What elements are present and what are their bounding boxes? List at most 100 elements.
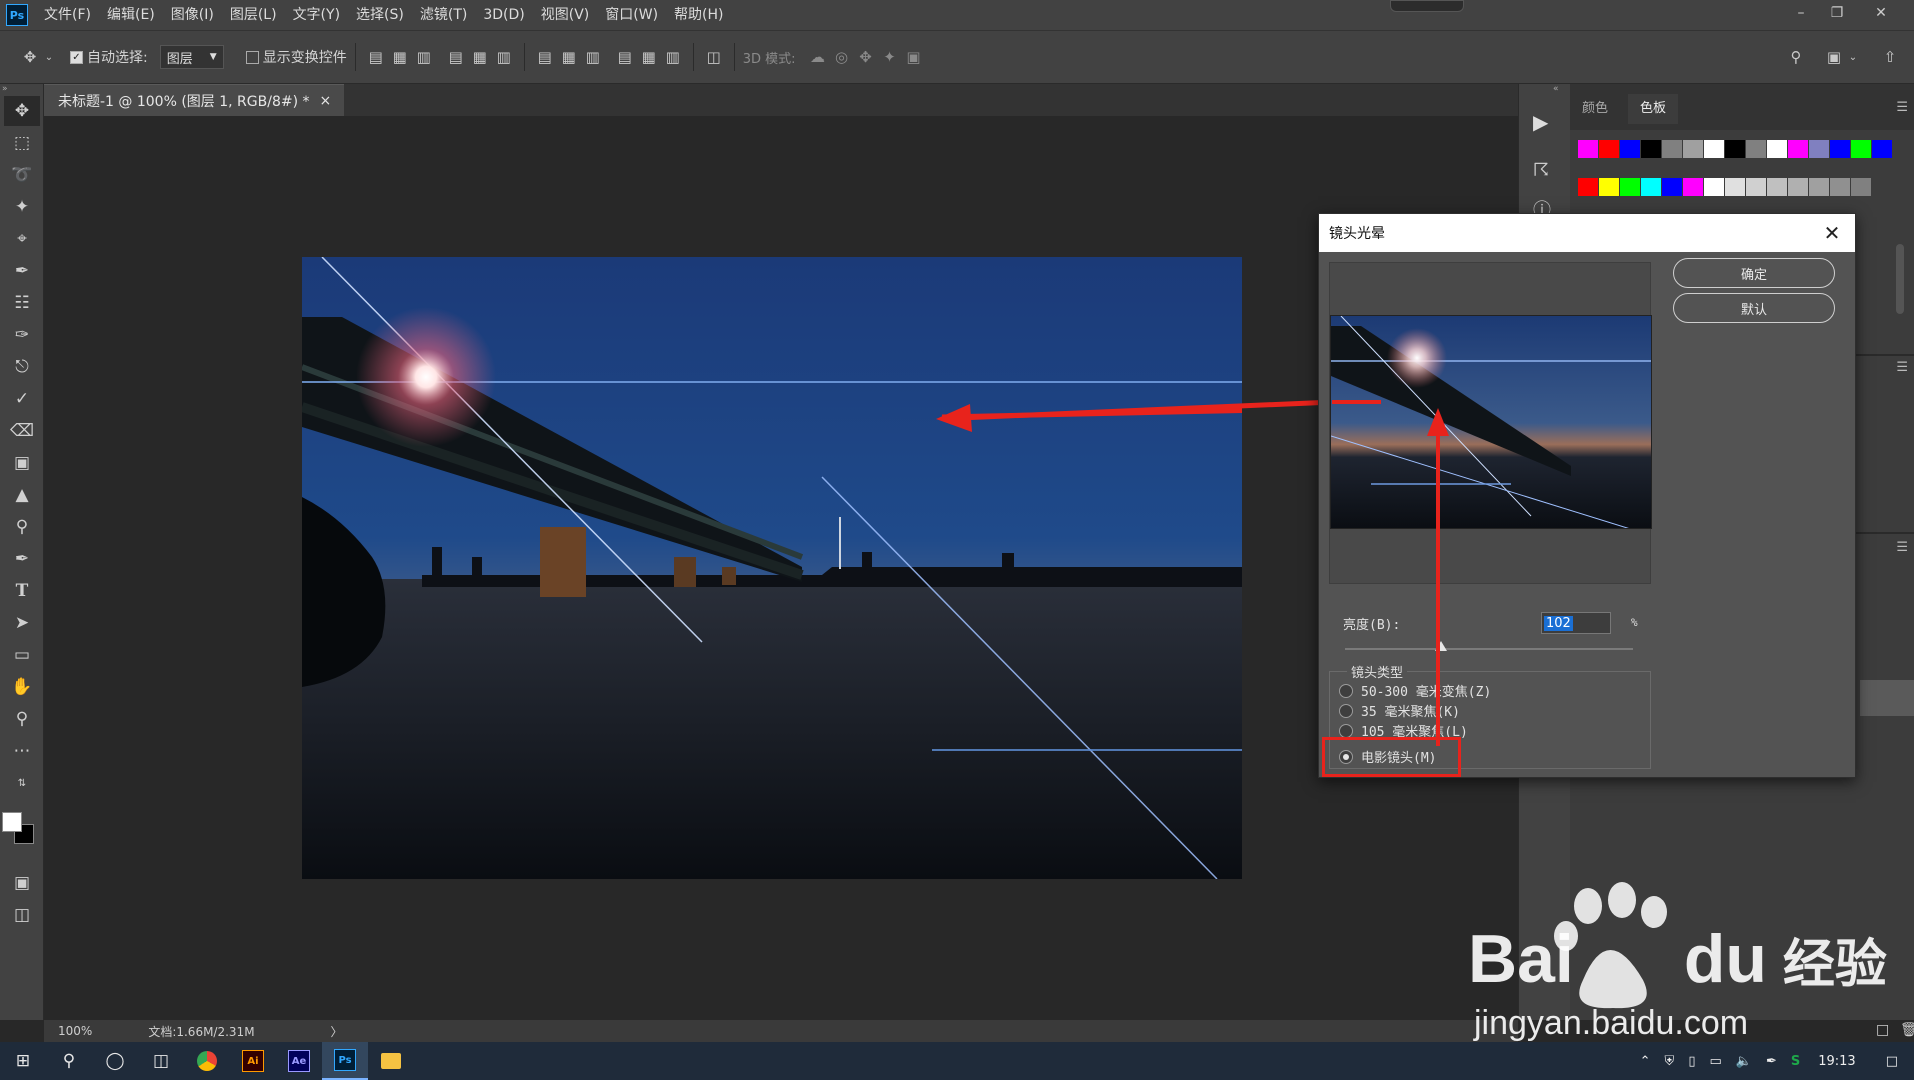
scale-3d-icon[interactable]: ▣ <box>902 45 926 69</box>
illustrator-app-icon[interactable]: Ai <box>230 1042 276 1080</box>
more-tools-icon[interactable]: ⋯ <box>4 736 40 766</box>
menu-filter[interactable]: 滤镜(T) <box>412 0 475 30</box>
auto-select-checkbox[interactable]: ✓ <box>70 50 83 64</box>
color-swatch[interactable] <box>1641 178 1661 196</box>
panel-menu-icon[interactable]: ☰ <box>1896 100 1908 115</box>
play-actions-icon[interactable]: ▶ <box>1533 110 1548 134</box>
collapse-icon[interactable]: « <box>1553 84 1559 94</box>
menu-view[interactable]: 视图(V) <box>533 0 598 30</box>
align-vcenter-icon[interactable]: ▦ <box>388 45 412 69</box>
cortana-icon[interactable]: ◯ <box>92 1042 138 1080</box>
after-effects-app-icon[interactable]: Ae <box>276 1042 322 1080</box>
layer-row[interactable] <box>1860 680 1914 716</box>
color-swatch[interactable] <box>1599 178 1619 196</box>
type-tool-icon[interactable]: T <box>4 576 40 606</box>
panel-menu-icon[interactable]: ☰ <box>1896 360 1908 375</box>
security-icon[interactable]: ⛨ <box>1665 1054 1675 1069</box>
roll-3d-icon[interactable]: ◎ <box>830 45 854 69</box>
slide-3d-icon[interactable]: ✦ <box>878 45 902 69</box>
distribute-bottom-icon[interactable]: ▥ <box>581 45 605 69</box>
collapse-icon[interactable]: » <box>2 84 8 94</box>
eyedropper-tool-icon[interactable]: ✒ <box>4 256 40 286</box>
color-swatch[interactable] <box>1746 178 1766 196</box>
color-swatch[interactable] <box>1620 178 1640 196</box>
brush-tool-icon[interactable]: ✑ <box>4 320 40 350</box>
radio-button[interactable] <box>1339 723 1353 738</box>
color-swatch[interactable] <box>1599 140 1619 158</box>
move-tool-icon[interactable]: ✥ <box>18 45 42 69</box>
color-swatch[interactable] <box>1788 178 1808 196</box>
move-tool-icon[interactable]: ✥ <box>4 96 40 126</box>
distribute-left-icon[interactable]: ▤ <box>613 45 637 69</box>
menu-window[interactable]: 窗口(W) <box>597 0 666 30</box>
share-icon[interactable]: ⇧ <box>1878 45 1902 69</box>
show-transform-checkbox[interactable] <box>245 50 259 64</box>
auto-align-icon[interactable]: ◫ <box>702 45 726 69</box>
search-icon[interactable]: ⚲ <box>46 1042 92 1080</box>
magic-wand-tool-icon[interactable]: ✦ <box>4 192 40 222</box>
color-swatch[interactable] <box>1851 178 1871 196</box>
crop-tool-icon[interactable]: ⌖ <box>4 224 40 254</box>
search-icon[interactable]: ⚲ <box>1784 45 1808 69</box>
quick-mask-icon[interactable]: ▣ <box>4 868 40 898</box>
lens-option-zoom[interactable]: 50-300 毫米变焦(Z) <box>1339 681 1491 700</box>
tab-swatches[interactable]: 色板 <box>1628 94 1679 124</box>
workspace-icon[interactable]: ▣ <box>1822 45 1846 69</box>
color-swatch[interactable] <box>1851 140 1871 158</box>
file-explorer-icon[interactable] <box>368 1042 414 1080</box>
menu-layer[interactable]: 图层(L) <box>222 0 285 30</box>
color-swatch[interactable] <box>1662 140 1682 158</box>
color-swatch[interactable] <box>1788 140 1808 158</box>
new-layer-icon[interactable]: □ <box>1876 1022 1889 1038</box>
color-swatch[interactable] <box>1704 178 1724 196</box>
document-tab[interactable]: 未标题-1 @ 100% (图层 1, RGB/8#) * × <box>44 84 344 116</box>
battery-icon[interactable]: ▯ <box>1688 1054 1695 1069</box>
zoom-tool-icon[interactable]: ⚲ <box>4 704 40 734</box>
menu-3d[interactable]: 3D(D) <box>475 0 532 30</box>
align-top-icon[interactable]: ▤ <box>364 45 388 69</box>
align-left-icon[interactable]: ▤ <box>444 45 468 69</box>
pan-3d-icon[interactable]: ✥ <box>854 45 878 69</box>
distribute-vcenter-icon[interactable]: ▦ <box>557 45 581 69</box>
zoom-level[interactable]: 100% <box>58 1024 92 1038</box>
windows-start-icon[interactable]: ⊞ <box>0 1042 46 1080</box>
eraser-tool-icon[interactable]: ⌫ <box>4 416 40 446</box>
radio-button[interactable] <box>1339 683 1353 698</box>
color-swatch[interactable] <box>1725 140 1745 158</box>
color-swatch[interactable] <box>1683 140 1703 158</box>
chevron-down-icon[interactable]: ⌄ <box>42 45 56 69</box>
chrome-icon[interactable] <box>184 1042 230 1080</box>
radio-button[interactable] <box>1339 703 1353 718</box>
align-hcenter-icon[interactable]: ▦ <box>468 45 492 69</box>
color-swatch[interactable] <box>1683 178 1703 196</box>
align-right-icon[interactable]: ▥ <box>492 45 516 69</box>
layer-select[interactable]: 图层 ▼ <box>159 45 224 69</box>
network-icon[interactable]: ▭ <box>1709 1054 1721 1069</box>
color-swatch[interactable] <box>1578 178 1598 196</box>
marquee-tool-icon[interactable]: ⬚ <box>4 128 40 158</box>
color-swatch[interactable] <box>1641 140 1661 158</box>
healing-brush-tool-icon[interactable]: ☷ <box>4 288 40 318</box>
panel-menu-icon[interactable]: ☰ <box>1896 540 1908 555</box>
lasso-tool-icon[interactable]: ➰ <box>4 160 40 190</box>
canvas-image[interactable] <box>302 257 1242 879</box>
dodge-tool-icon[interactable]: ⚲ <box>4 512 40 542</box>
color-swatch[interactable] <box>1704 140 1724 158</box>
color-swatch[interactable] <box>1830 178 1850 196</box>
color-swatch[interactable] <box>1578 140 1598 158</box>
blur-tool-icon[interactable]: ▲ <box>4 480 40 510</box>
rectangle-tool-icon[interactable]: ▭ <box>4 640 40 670</box>
menu-type[interactable]: 文字(Y) <box>285 0 348 30</box>
foreground-color-swatch[interactable] <box>2 812 22 832</box>
close-tab-icon[interactable]: × <box>320 93 332 109</box>
align-bottom-icon[interactable]: ▥ <box>412 45 436 69</box>
delete-layer-icon[interactable]: 🗑 <box>1900 1022 1914 1038</box>
notifications-icon[interactable]: □ <box>1886 1054 1898 1069</box>
color-swatch[interactable] <box>1620 140 1640 158</box>
menu-file[interactable]: 文件(F) <box>36 0 99 30</box>
color-swatch[interactable] <box>1830 140 1850 158</box>
color-swatch[interactable] <box>1872 140 1892 158</box>
chevron-down-icon[interactable]: ⌄ <box>1846 45 1860 69</box>
color-swatch[interactable] <box>1767 140 1787 158</box>
sogou-ime-icon[interactable]: S <box>1791 1054 1800 1069</box>
